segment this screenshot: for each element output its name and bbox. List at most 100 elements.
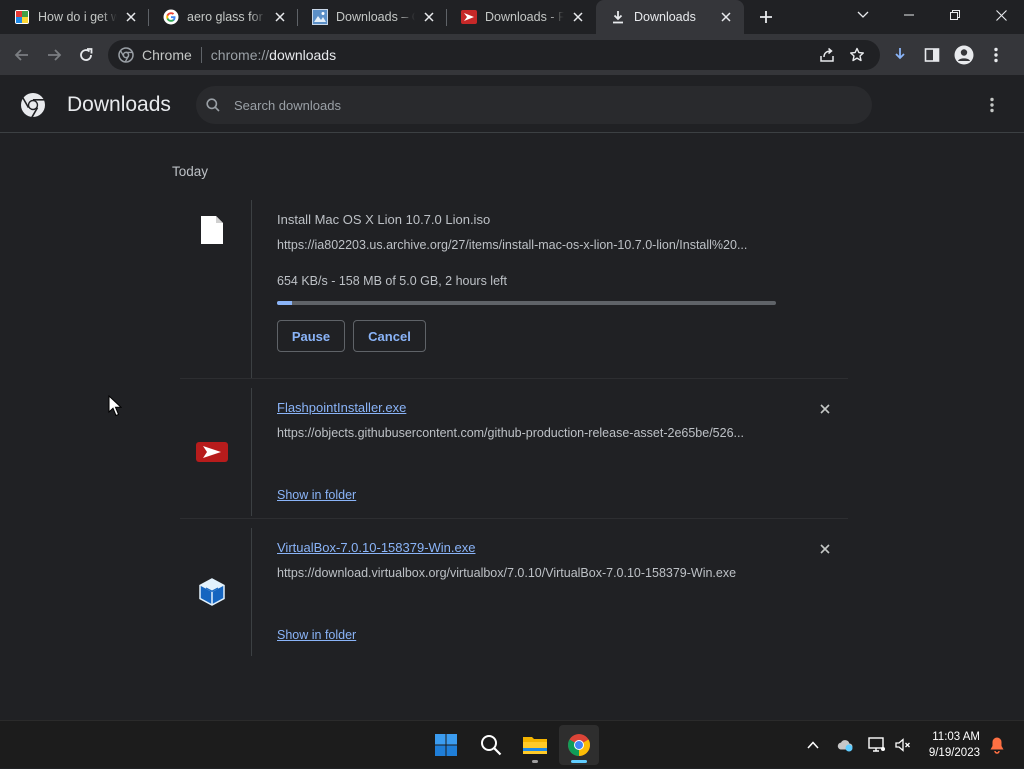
- google-icon: [163, 9, 179, 25]
- chrome-site-icon: [118, 46, 134, 63]
- url-scheme: chrome://: [210, 46, 270, 63]
- chrome-menu-button[interactable]: [980, 39, 1012, 71]
- taskbar-search-button[interactable]: [471, 725, 511, 765]
- share-button[interactable]: [812, 42, 842, 68]
- tab-downloads-flashpoint[interactable]: Downloads - Fla: [447, 0, 596, 34]
- tab-aero-glass[interactable]: aero glass for w: [149, 0, 298, 34]
- onedrive-tray-button[interactable]: [834, 721, 856, 769]
- section-date-header: Today: [172, 164, 209, 179]
- tab-how-do-i-get[interactable]: How do i get wi: [0, 0, 149, 34]
- network-tray-button[interactable]: [866, 721, 888, 769]
- chrome-taskbar-button[interactable]: [559, 725, 599, 765]
- tab-title: aero glass for w: [187, 10, 266, 24]
- download-url[interactable]: https://ia802203.us.archive.org/27/items…: [277, 238, 747, 252]
- download-icon-column: [180, 200, 252, 378]
- profile-button[interactable]: [948, 39, 980, 71]
- tab-close-icon[interactable]: [570, 9, 586, 25]
- tab-downloads-or[interactable]: Downloads – Or: [298, 0, 447, 34]
- download-item: FlashpointInstaller.exe https://objects.…: [180, 388, 848, 516]
- volume-tray-button[interactable]: [892, 721, 914, 769]
- tab-search-button[interactable]: [840, 0, 886, 30]
- notifications-button[interactable]: [986, 721, 1008, 769]
- file-icon: [196, 214, 228, 246]
- address-bar[interactable]: Chrome chrome://downloads: [108, 39, 880, 70]
- star-icon: [850, 47, 864, 61]
- search-icon: [206, 98, 220, 112]
- kebab-menu-icon: [994, 47, 998, 62]
- download-status: 654 KB/s - 158 MB of 5.0 GB, 2 hours lef…: [277, 274, 507, 288]
- show-in-folder-link[interactable]: Show in folder: [277, 628, 356, 642]
- restore-button[interactable]: [932, 0, 978, 30]
- download-item: Install Mac OS X Lion 10.7.0 Lion.iso ht…: [180, 200, 848, 378]
- new-tab-button[interactable]: [750, 1, 782, 33]
- site-label: Chrome: [142, 46, 192, 63]
- file-explorer-taskbar-button[interactable]: [515, 725, 555, 765]
- side-panel-button[interactable]: [916, 39, 948, 71]
- page-title: Downloads: [67, 92, 171, 116]
- side-panel-icon: [924, 47, 940, 62]
- network-icon: [868, 737, 885, 752]
- close-window-button[interactable]: [978, 0, 1024, 30]
- chevron-up-icon: [807, 741, 819, 749]
- download-filename-link[interactable]: FlashpointInstaller.exe: [277, 400, 406, 415]
- tab-title: How do i get wi: [38, 10, 117, 24]
- download-progress-bar: [277, 301, 776, 305]
- downloads-header: Downloads: [0, 77, 1024, 133]
- tab-close-icon[interactable]: [421, 9, 437, 25]
- arrow-right-icon: [48, 48, 62, 61]
- download-filename: Install Mac OS X Lion 10.7.0 Lion.iso: [277, 212, 491, 227]
- speaker-muted-icon: [895, 738, 910, 752]
- file-explorer-icon: [523, 737, 547, 754]
- flashpoint-icon: [461, 9, 477, 25]
- chrome-icon: [568, 734, 590, 756]
- colorful-app-icon: [14, 9, 30, 25]
- image-thumbnail-icon: [312, 9, 328, 25]
- clock-time: 11:03 AM: [932, 731, 980, 743]
- browser-toolbar: Chrome chrome://downloads: [0, 34, 1024, 76]
- tab-close-icon[interactable]: [123, 9, 139, 25]
- clock-date: 9/19/2023: [928, 747, 980, 759]
- reload-icon: [80, 47, 93, 61]
- window-controls: [840, 0, 1024, 30]
- taskbar-clock[interactable]: 11:03 AM 9/19/2023: [929, 729, 980, 761]
- close-icon: [820, 544, 830, 554]
- plus-icon: [760, 11, 772, 23]
- back-button[interactable]: [6, 39, 38, 71]
- tab-title: Downloads – Or: [336, 10, 415, 24]
- pause-button[interactable]: Pause: [277, 320, 345, 352]
- minimize-button[interactable]: [886, 0, 932, 30]
- tab-close-icon[interactable]: [272, 9, 288, 25]
- chevron-down-icon: [857, 11, 869, 18]
- start-button[interactable]: [426, 725, 466, 765]
- item-divider: [180, 518, 848, 519]
- bookmark-button[interactable]: [842, 42, 872, 68]
- download-url[interactable]: https://download.virtualbox.org/virtualb…: [277, 566, 736, 580]
- download-arrow-icon: [895, 47, 905, 59]
- search-downloads-box[interactable]: [196, 86, 872, 124]
- bell-icon: [990, 737, 1004, 754]
- tab-close-icon[interactable]: [718, 9, 734, 25]
- profile-icon: [954, 45, 974, 64]
- remove-from-list-button[interactable]: [816, 400, 834, 418]
- kebab-menu-icon: [990, 97, 994, 113]
- download-url[interactable]: https://objects.githubusercontent.com/gi…: [277, 426, 744, 440]
- download-filename-link[interactable]: VirtualBox-7.0.10-158379-Win.exe: [277, 540, 476, 555]
- tab-title: Downloads: [634, 10, 696, 24]
- omnibox-divider: [200, 46, 202, 63]
- start-icon: [435, 734, 457, 756]
- chrome-logo-icon: [21, 92, 45, 118]
- url-host: downloads: [269, 46, 337, 63]
- tab-downloads-active[interactable]: Downloads: [596, 0, 744, 34]
- close-icon: [820, 404, 830, 414]
- show-in-folder-link[interactable]: Show in folder: [277, 488, 356, 502]
- active-indicator: [571, 760, 587, 763]
- reload-button[interactable]: [70, 39, 102, 71]
- downloads-more-actions-button[interactable]: [980, 93, 1004, 117]
- downloads-button[interactable]: [884, 39, 916, 71]
- virtualbox-icon: [196, 576, 228, 608]
- search-input[interactable]: [234, 97, 872, 113]
- remove-from-list-button[interactable]: [816, 540, 834, 558]
- cancel-button[interactable]: Cancel: [353, 320, 426, 352]
- show-hidden-icons-button[interactable]: [802, 721, 824, 769]
- forward-button[interactable]: [38, 39, 70, 71]
